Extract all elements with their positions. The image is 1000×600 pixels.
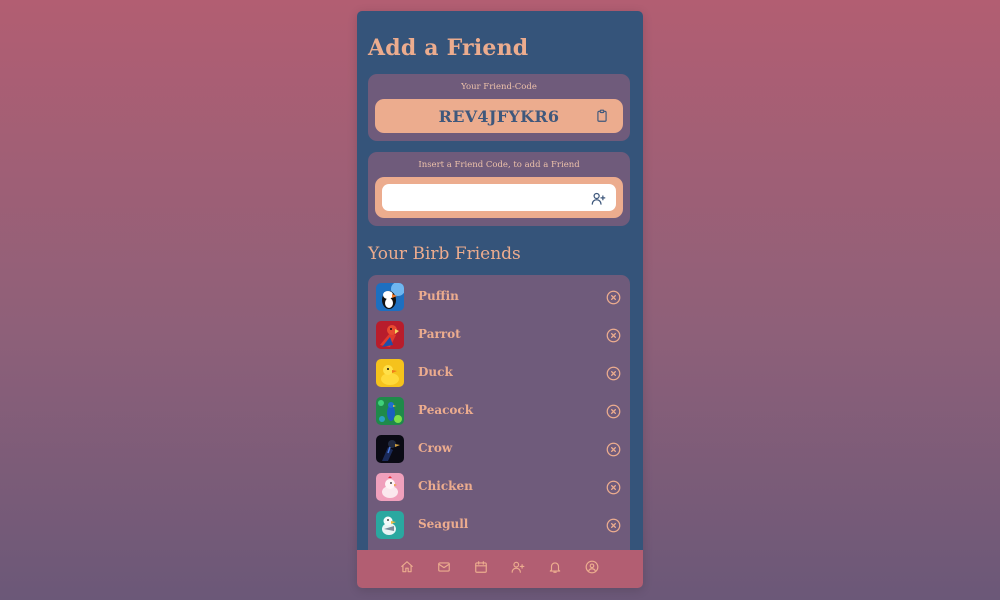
chicken-avatar: [376, 473, 404, 501]
circle-x-icon[interactable]: [606, 442, 621, 457]
add-friend-card: Insert a Friend Code, to add a Friend: [368, 152, 630, 226]
friend-name: Duck: [418, 365, 453, 379]
friend-row-duck[interactable]: Duck: [368, 355, 630, 391]
friend-name: Parrot: [418, 327, 461, 341]
friend-row-peacock[interactable]: Peacock: [368, 393, 630, 429]
add-friend-box: [375, 177, 623, 218]
circle-x-icon[interactable]: [606, 366, 621, 381]
friend-name: Puffin: [418, 289, 459, 303]
user-plus-icon[interactable]: [511, 560, 525, 574]
add-friend-button[interactable]: [591, 191, 606, 206]
circle-x-icon[interactable]: [606, 404, 621, 419]
page-title: Add a Friend: [368, 35, 529, 61]
mail-icon[interactable]: [437, 560, 451, 574]
friend-row-puffin[interactable]: Puffin: [368, 279, 630, 315]
parrot-avatar: [376, 321, 404, 349]
circle-x-icon[interactable]: [606, 518, 621, 533]
friend-code-label: Your Friend-Code: [461, 82, 537, 92]
peacock-avatar: [376, 397, 404, 425]
friends-list: Puffin Parrot Duck Peacock Crow Chicken …: [368, 275, 630, 550]
circle-x-icon[interactable]: [606, 480, 621, 495]
crow-avatar: [376, 435, 404, 463]
friend-name: Peacock: [418, 403, 474, 417]
home-icon[interactable]: [400, 560, 414, 574]
add-friend-label: Insert a Friend Code, to add a Friend: [418, 160, 580, 170]
friend-row-crow[interactable]: Crow: [368, 431, 630, 467]
friend-code-input[interactable]: [382, 184, 616, 211]
puffin-avatar: [376, 283, 404, 311]
calendar-icon[interactable]: [474, 560, 488, 574]
friend-row-chicken[interactable]: Chicken: [368, 469, 630, 505]
clipboard-icon[interactable]: [595, 109, 609, 123]
friend-row-parrot[interactable]: Parrot: [368, 317, 630, 353]
user-circle-icon[interactable]: [585, 560, 599, 574]
duck-avatar: [376, 359, 404, 387]
friend-name: Chicken: [418, 479, 473, 493]
scroll-content[interactable]: Add a Friend Your Friend-Code REV4JFYKR6…: [357, 11, 643, 550]
friend-name: Crow: [418, 441, 453, 455]
bottom-nav: [357, 550, 643, 588]
friend-code-value: REV4JFYKR6: [438, 107, 560, 126]
circle-x-icon[interactable]: [606, 328, 621, 343]
friend-code-box[interactable]: REV4JFYKR6: [375, 99, 623, 133]
circle-x-icon[interactable]: [606, 290, 621, 305]
friend-code-card: Your Friend-Code REV4JFYKR6: [368, 74, 630, 141]
seagull-avatar: [376, 511, 404, 539]
bell-icon[interactable]: [548, 560, 562, 574]
app-panel: Add a Friend Your Friend-Code REV4JFYKR6…: [357, 11, 643, 588]
friend-row-seagull[interactable]: Seagull: [368, 507, 630, 543]
friends-section-title: Your Birb Friends: [368, 244, 521, 264]
friend-name: Seagull: [418, 517, 469, 531]
